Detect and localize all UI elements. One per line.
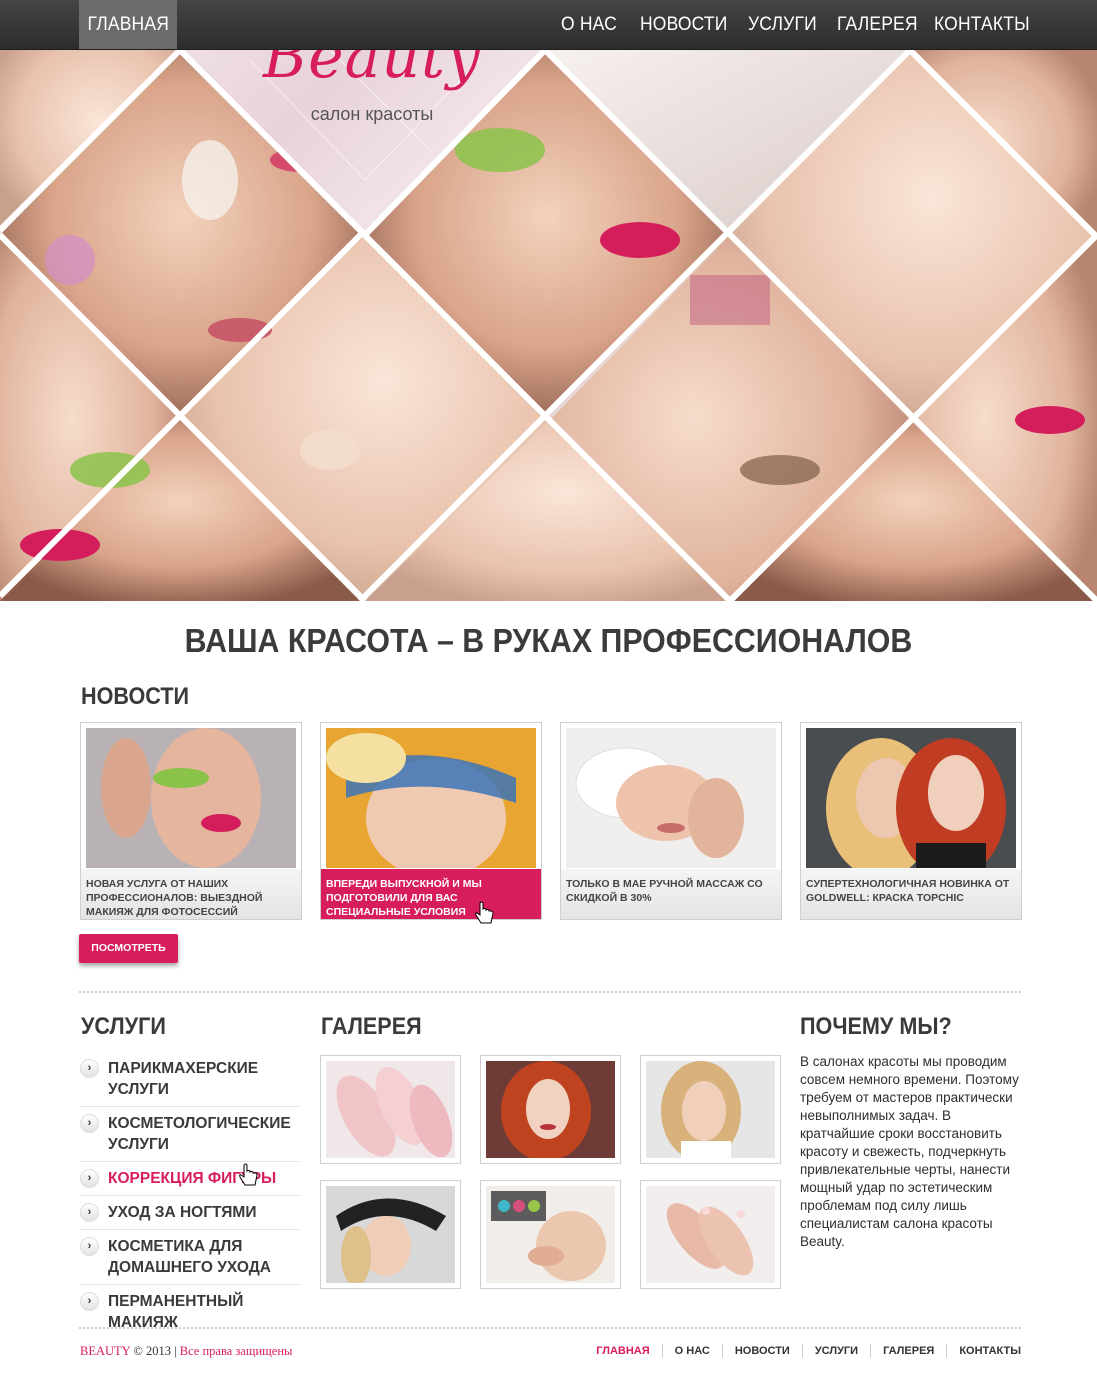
service-item[interactable]: › ПАРИКМАХЕРСКИЕ УСЛУГИ xyxy=(80,1052,300,1107)
gallery-thumbnail[interactable] xyxy=(480,1055,621,1164)
nav-home[interactable]: ГЛАВНАЯ xyxy=(79,0,177,50)
service-item[interactable]: › КОРРЕКЦИЯ ФИГУРЫ xyxy=(80,1162,300,1196)
gallery-thumbnail[interactable] xyxy=(640,1180,781,1289)
hero-banner: Beauty салон красоты ГЛАВНАЯ О НАС НОВОС… xyxy=(0,0,1097,601)
footer-rights: Все права защищены xyxy=(179,1344,293,1358)
why-us-title: ПОЧЕМУ МЫ? xyxy=(800,1013,952,1040)
chevron-right-icon: › xyxy=(80,1292,99,1311)
service-item[interactable]: › ПЕРМАНЕНТНЫЙ МАКИЯЖ xyxy=(80,1285,300,1339)
view-all-news-button[interactable]: ПОСМОТРЕТЬ ВСЕ xyxy=(79,934,178,983)
service-item[interactable]: › УХОД ЗА НОГТЯМИ xyxy=(80,1196,300,1230)
services-title: УСЛУГИ xyxy=(81,1013,166,1040)
top-navigation: ГЛАВНАЯ О НАС НОВОСТИ УСЛУГИ ГАЛЕРЕЯ КОН… xyxy=(0,0,1097,50)
nav-news[interactable]: НОВОСТИ xyxy=(640,0,727,50)
footer-nav-services[interactable]: УСЛУГИ xyxy=(801,1344,870,1358)
hand-cursor-icon xyxy=(475,901,494,924)
news-caption: СУПЕРТЕХНОЛОГИЧНАЯ НОВИНКА ОТ GOLDWELL: … xyxy=(801,869,1021,919)
footer-nav-contacts[interactable]: КОНТАКТЫ xyxy=(946,1344,1021,1358)
news-caption: ВПЕРЕДИ ВЫПУСКНОЙ И МЫ ПОДГОТОВИЛИ ДЛЯ В… xyxy=(321,869,541,919)
news-image xyxy=(566,728,776,868)
news-card[interactable]: НОВАЯ УСЛУГА ОТ НАШИХ ПРОФЕССИОНАЛОВ: ВЫ… xyxy=(80,722,302,920)
news-card[interactable]: ТОЛЬКО В МАЕ РУЧНОЙ МАССАЖ СО СКИДКОЙ В … xyxy=(560,722,782,920)
footer-separator: | xyxy=(174,1344,177,1358)
nav-services[interactable]: УСЛУГИ xyxy=(748,0,817,50)
chevron-right-icon: › xyxy=(80,1169,99,1188)
nav-gallery[interactable]: ГАЛЕРЕЯ xyxy=(837,0,918,50)
logo-subtitle: салон красоты xyxy=(310,104,434,124)
news-caption: ТОЛЬКО В МАЕ РУЧНОЙ МАССАЖ СО СКИДКОЙ В … xyxy=(561,869,781,919)
hand-cursor-icon xyxy=(239,1163,258,1186)
service-item[interactable]: › КОСМЕТОЛОГИЧЕСКИЕ УСЛУГИ xyxy=(80,1107,300,1162)
copyright: BEAUTY © 2013 | Все права защищены xyxy=(80,1344,292,1359)
gallery-thumbnail[interactable] xyxy=(480,1180,621,1289)
footer-navigation: ГЛАВНАЯ О НАС НОВОСТИ УСЛУГИ ГАЛЕРЕЯ КОН… xyxy=(584,1344,1021,1358)
gallery-thumbnail[interactable] xyxy=(320,1055,461,1164)
footer-nav-home[interactable]: ГЛАВНАЯ xyxy=(584,1344,661,1358)
news-card[interactable]: СУПЕРТЕХНОЛОГИЧНАЯ НОВИНКА ОТ GOLDWELL: … xyxy=(800,722,1022,920)
nav-contacts[interactable]: КОНТАКТЫ xyxy=(934,0,1030,50)
chevron-right-icon: › xyxy=(80,1203,99,1222)
footer-nav-news[interactable]: НОВОСТИ xyxy=(721,1344,802,1358)
page-tagline: ВАША КРАСОТА – В РУКАХ ПРОФЕССИОНАЛОВ xyxy=(184,622,913,659)
news-card[interactable]: ВПЕРЕДИ ВЫПУСКНОЙ И МЫ ПОДГОТОВИЛИ ДЛЯ В… xyxy=(320,722,542,920)
chevron-right-icon: › xyxy=(80,1114,99,1133)
chevron-right-icon: › xyxy=(80,1059,99,1078)
news-image xyxy=(326,728,536,868)
nav-about[interactable]: О НАС xyxy=(561,0,617,50)
news-title: НОВОСТИ xyxy=(81,683,190,710)
news-image xyxy=(806,728,1016,868)
footer-nav-gallery[interactable]: ГАЛЕРЕЯ xyxy=(870,1344,946,1358)
services-list: › ПАРИКМАХЕРСКИЕ УСЛУГИ › КОСМЕТОЛОГИЧЕСКИ… xyxy=(80,1052,300,1339)
gallery-title: ГАЛЕРЕЯ xyxy=(321,1013,422,1040)
service-item[interactable]: › КОСМЕТИКА ДЛЯ ДОМАШНЕГО УХОДА xyxy=(80,1230,300,1285)
footer-year: © 2013 xyxy=(133,1344,171,1358)
why-us-text: В салонах красоты мы проводим совсем нем… xyxy=(800,1054,1019,1249)
footer-nav-about[interactable]: О НАС xyxy=(661,1344,722,1358)
gallery-thumbnail[interactable] xyxy=(320,1180,461,1289)
footer-brand[interactable]: BEAUTY xyxy=(80,1344,130,1358)
chevron-right-icon: › xyxy=(80,1237,99,1256)
news-image xyxy=(86,728,296,868)
news-caption: НОВАЯ УСЛУГА ОТ НАШИХ ПРОФЕССИОНАЛОВ: ВЫ… xyxy=(81,869,301,919)
divider xyxy=(79,1327,1021,1329)
photo-collage xyxy=(0,0,1097,601)
gallery-thumbnail[interactable] xyxy=(640,1055,781,1164)
divider xyxy=(79,991,1021,993)
